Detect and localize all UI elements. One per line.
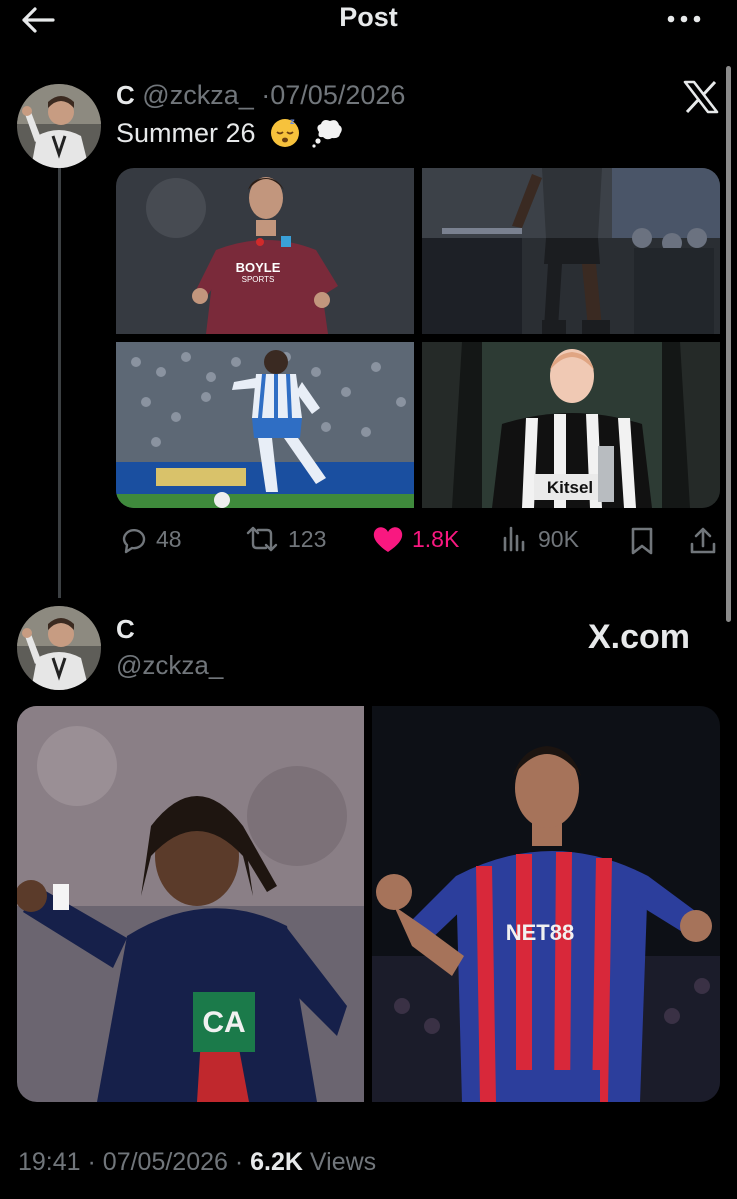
thought-balloon-emoji (311, 120, 342, 148)
svg-text:SPORTS: SPORTS (242, 275, 275, 284)
tweet-text: Summer 26 z (116, 116, 345, 149)
tweet-media-grid: BOYLE SPORTS Kitsel (116, 168, 720, 508)
card-author-name[interactable]: C (116, 614, 135, 645)
svg-text:z: z (290, 117, 295, 126)
footer-views-label: Views (309, 1148, 377, 1176)
reply-count: 48 (156, 525, 182, 552)
svg-text:NET88: NET88 (506, 920, 574, 945)
card-author-handle[interactable]: @zckza_ (116, 650, 223, 681)
x-logo-icon (683, 80, 719, 114)
views-count: 90K (538, 525, 579, 552)
like-action[interactable]: 1.8K (372, 524, 459, 554)
bookmark-icon[interactable] (628, 526, 656, 556)
media-image-psg[interactable]: CA (17, 706, 364, 1102)
tweet-header: C @zckza_ ·07/05/2026 (116, 80, 405, 111)
svg-text:BOYLE: BOYLE (236, 260, 281, 275)
author-handle[interactable]: @zckza_ (142, 80, 253, 110)
heart-filled-icon (373, 527, 403, 552)
footer-separator: · (87, 1148, 96, 1176)
retweet-count: 123 (288, 525, 327, 552)
tweet-text-content: Summer 26 (116, 118, 256, 148)
media-image-newcastle[interactable]: Kitsel (422, 342, 720, 508)
bar-chart-icon (503, 526, 525, 552)
reply-icon (122, 528, 146, 554)
reply-action[interactable]: 48 (118, 524, 182, 554)
svg-text:Kitsel: Kitsel (547, 478, 593, 497)
card-avatar[interactable] (17, 606, 101, 690)
sleeping-face-emoji: z (271, 117, 300, 147)
tweet-footer: 19:41 · 07/05/2026 · 6.2K Views (18, 1148, 376, 1177)
tweet-date[interactable]: 07/05/2026 (270, 80, 405, 110)
svg-text:CA: CA (202, 1006, 245, 1039)
avatar[interactable] (17, 84, 101, 168)
tweet-actions: 48 123 1.8K 90K (0, 524, 737, 558)
like-count: 1.8K (412, 525, 460, 552)
page-title: Post (339, 2, 398, 32)
card-site-label[interactable]: X.com (588, 618, 690, 657)
views-action[interactable]: 90K (500, 524, 579, 554)
share-icon[interactable] (688, 526, 718, 556)
media-image-crystal-palace[interactable]: NET88 (372, 706, 720, 1102)
more-horizontal-icon[interactable] (664, 6, 704, 32)
footer-time[interactable]: 19:41 (18, 1148, 81, 1176)
footer-views-count[interactable]: 6.2K (250, 1148, 303, 1176)
card-media: CA NET88 (17, 706, 720, 1102)
media-image-brighton[interactable] (116, 342, 414, 508)
author-name[interactable]: C (116, 80, 135, 110)
retweet-action[interactable]: 123 (244, 524, 326, 554)
retweet-icon (246, 526, 278, 552)
footer-separator-2: · (234, 1148, 244, 1176)
separator: · (261, 80, 271, 110)
media-image-west-ham[interactable]: BOYLE SPORTS (116, 168, 414, 334)
media-image-real-madrid[interactable] (422, 168, 720, 334)
footer-date[interactable]: 07/05/2026 (103, 1148, 228, 1176)
